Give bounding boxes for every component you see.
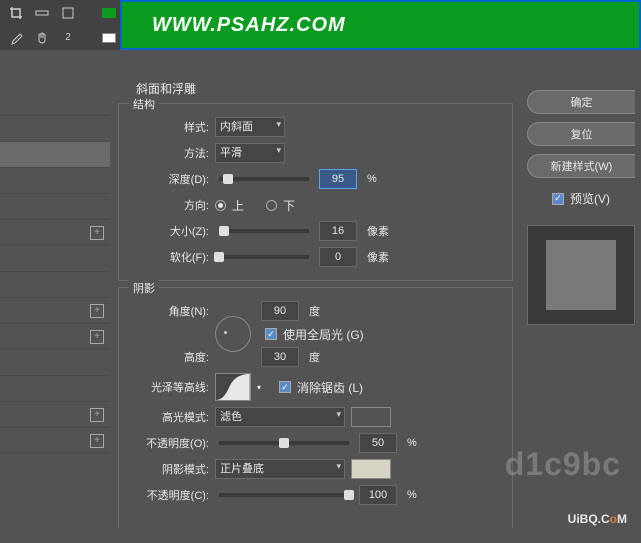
angle-unit: 度 [309,303,320,319]
highlight-opacity-label: 不透明度(O): [131,435,209,451]
list-item[interactable] [0,116,110,142]
size-label: 大小(Z): [131,223,209,239]
antialias-label: 消除锯齿 (L) [297,379,363,396]
list-item[interactable] [0,246,110,272]
toolbar: 2 [0,0,120,50]
list-item[interactable] [0,376,110,402]
structure-legend: 结构 [129,96,159,112]
direction-up-radio[interactable] [215,200,226,211]
plus-icon[interactable]: + [90,304,104,318]
highlight-opacity-unit: % [407,437,417,449]
section-title: 斜面和浮雕 [136,80,513,97]
depth-input[interactable] [319,169,357,189]
angle-dial[interactable] [215,316,251,352]
altitude-input[interactable] [261,347,299,367]
soften-input[interactable] [319,247,357,267]
altitude-label: 高度: [131,349,209,365]
direction-up-label: 上 [232,197,244,214]
banner: WWW.PSAHZ.COM [120,0,641,50]
list-item[interactable] [0,350,110,376]
swatch-white[interactable] [102,33,116,43]
preview-swatch [546,240,616,310]
antialias-checkbox[interactable] [279,381,291,393]
size-unit: 像素 [367,223,389,239]
shadow-group: 阴影 角度(N): 度 使用全局光 (G) 高度: 度 光泽 [118,287,513,528]
method-label: 方法: [131,145,209,161]
shadow-mode-label: 阴影模式: [131,461,209,477]
top-banner: 2 WWW.PSAHZ.COM [0,0,641,50]
watermark-code: d1c9bc [505,446,621,483]
chevron-down-icon[interactable]: ▾ [257,383,261,392]
tool-label: 2 [58,28,78,48]
list-item[interactable] [0,272,110,298]
size-slider[interactable] [219,229,309,233]
structure-group: 结构 样式: 内斜面 方法: 平滑 深度(D): % 方向: 上 [118,103,513,281]
shape-icon[interactable] [58,3,78,23]
shadow-mode-select[interactable]: 正片叠底 [215,459,345,479]
list-item[interactable]: + [0,324,110,350]
plus-icon[interactable]: + [90,408,104,422]
shadow-opacity-slider[interactable] [219,493,349,497]
angle-label: 角度(N): [131,303,209,319]
shadow-opacity-input[interactable] [359,485,397,505]
shadow-legend: 阴影 [129,280,159,296]
shadow-opacity-label: 不透明度(C): [131,487,209,503]
list-item[interactable]: + [0,428,110,454]
plus-icon[interactable]: + [90,226,104,240]
watermark-site: UiBQ.CoM [568,503,627,529]
global-light-label: 使用全局光 (G) [283,326,364,343]
banner-url: WWW.PSAHZ.COM [152,14,346,37]
list-item[interactable] [0,90,110,116]
size-input[interactable] [319,221,357,241]
global-light-checkbox[interactable] [265,328,277,340]
highlight-opacity-slider[interactable] [219,441,349,445]
list-item[interactable]: + [0,220,110,246]
crop-icon[interactable] [6,3,26,23]
direction-label: 方向: [131,197,209,213]
shadow-opacity-unit: % [407,489,417,501]
highlight-mode-select[interactable]: 滤色 [215,407,345,427]
plus-icon[interactable]: + [90,434,104,448]
depth-label: 深度(D): [131,171,209,187]
contour-label: 光泽等高线: [131,379,209,395]
effects-list: + + + + + [0,80,110,543]
style-label: 样式: [131,119,209,135]
ok-button[interactable]: 确定 [527,90,635,114]
list-item[interactable]: + [0,402,110,428]
depth-unit: % [367,173,377,185]
plus-icon[interactable]: + [90,330,104,344]
angle-input[interactable] [261,301,299,321]
list-item[interactable] [0,194,110,220]
preview-box [527,225,635,325]
contour-picker[interactable] [215,373,251,401]
preview-label: 预览(V) [570,190,610,207]
hand-icon[interactable] [32,28,52,48]
shadow-color-swatch[interactable] [351,459,391,479]
list-item-selected[interactable] [0,142,110,168]
reset-button[interactable]: 复位 [527,122,635,146]
highlight-color-swatch[interactable] [351,407,391,427]
list-item[interactable] [0,168,110,194]
ruler-icon[interactable] [32,3,52,23]
highlight-opacity-input[interactable] [359,433,397,453]
new-style-button[interactable]: 新建样式(W) [527,154,635,178]
swatch-green[interactable] [102,8,116,18]
soften-label: 软化(F): [131,249,209,265]
altitude-unit: 度 [309,349,320,365]
highlight-mode-label: 高光模式: [131,409,209,425]
preview-checkbox[interactable] [552,193,564,205]
method-select[interactable]: 平滑 [215,143,285,163]
depth-slider[interactable] [219,177,309,181]
direction-down-radio[interactable] [266,200,277,211]
list-item[interactable]: + [0,298,110,324]
soften-unit: 像素 [367,249,389,265]
soften-slider[interactable] [219,255,309,259]
style-select[interactable]: 内斜面 [215,117,285,137]
direction-down-label: 下 [283,197,295,214]
eyedropper-icon[interactable] [6,28,26,48]
